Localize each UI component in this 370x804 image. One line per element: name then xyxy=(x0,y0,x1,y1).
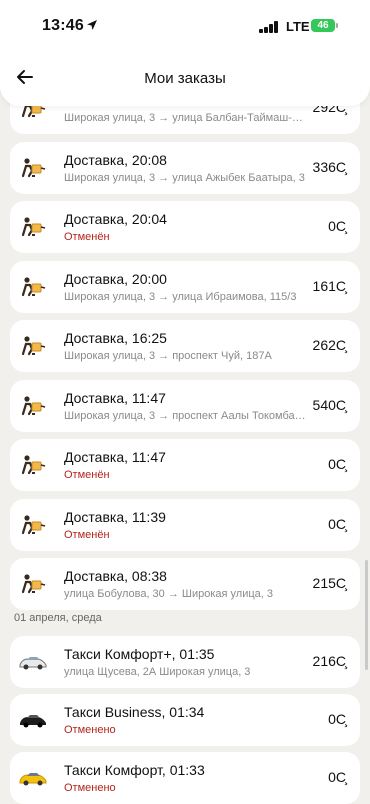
order-title: Доставка, 16:25 xyxy=(64,330,167,346)
order-title: Доставка, 08:38 xyxy=(64,568,167,584)
order-card[interactable]: Такси Комфорт+, 01:35 улица Щусева, 2А Ши… xyxy=(10,636,360,688)
order-title: Доставка, 20:08 xyxy=(64,152,167,168)
location-arrow-icon xyxy=(87,20,97,30)
order-price: 0С̧ xyxy=(328,711,346,727)
delivery-icon xyxy=(18,394,48,418)
section-date-label: 01 апреля, среда xyxy=(14,612,102,624)
delivery-icon xyxy=(18,156,48,180)
order-route: улица Бобулова, 30 → Широкая улица, 3 xyxy=(64,588,274,600)
order-route: улица Щусева, 2А Широкая улица, 3 xyxy=(64,666,251,678)
order-price: 540С̧ xyxy=(312,397,346,413)
battery-icon: 46 xyxy=(311,19,335,32)
order-status: Отменено xyxy=(64,782,116,794)
page-title: Мои заказы xyxy=(144,70,226,87)
car-black-icon xyxy=(18,708,48,732)
order-card[interactable]: Доставка, 20:04 Отменён 0С̧ xyxy=(10,201,360,253)
order-card[interactable]: Такси Комфорт, 01:33 Отменено 0С̧ xyxy=(10,752,360,804)
status-time: 13:46 xyxy=(42,17,84,34)
battery-tip xyxy=(336,23,338,28)
order-title: Такси Комфорт, 01:33 xyxy=(64,762,205,778)
order-title: Доставка, 20:00 xyxy=(64,271,167,287)
delivery-icon xyxy=(18,572,48,596)
order-route: Широкая улица, 3 → улица Ибраимова, 115/… xyxy=(64,291,297,303)
delivery-icon xyxy=(18,275,48,299)
cellular-signal-icon xyxy=(259,21,279,33)
order-price: 262С̧ xyxy=(312,337,346,353)
order-card[interactable]: Доставка, 11:47 Отменён 0С̧ xyxy=(10,439,360,491)
order-price: 0С̧ xyxy=(328,769,346,785)
order-title: Доставка, 11:39 xyxy=(64,509,166,525)
order-card[interactable]: Доставка, 11:39 Отменён 0С̧ xyxy=(10,499,360,551)
network-type: LTE xyxy=(286,19,310,34)
order-price: 215С̧ xyxy=(312,575,346,591)
scrollbar[interactable] xyxy=(365,560,368,670)
order-title: Доставка, 11:47 xyxy=(64,390,166,406)
order-price: 336С̧ xyxy=(312,159,346,175)
order-card[interactable]: Доставка, 11:47 Широкая улица, 3 → проспе… xyxy=(10,380,360,432)
delivery-icon xyxy=(18,334,48,358)
delivery-icon xyxy=(18,513,48,537)
order-title: Такси Business, 01:34 xyxy=(64,704,205,720)
order-card[interactable]: Такси Business, 01:34 Отменено 0С̧ xyxy=(10,694,360,746)
order-route: Широкая улица, 3 → улица Ажыбек Баатыра,… xyxy=(64,172,305,184)
order-status: Отменён xyxy=(64,231,110,243)
order-card[interactable]: Доставка, 20:08 Широкая улица, 3 → улица … xyxy=(10,142,360,194)
order-price: 0С̧ xyxy=(328,218,346,234)
header: Мои заказы xyxy=(0,52,370,106)
order-price: 0С̧ xyxy=(328,456,346,472)
delivery-icon xyxy=(18,215,48,239)
order-title: Такси Комфорт+, 01:35 xyxy=(64,646,215,662)
order-title: Доставка, 11:47 xyxy=(64,449,166,465)
order-route: Широкая улица, 3 → проспект Чуй, 187А xyxy=(64,350,272,362)
order-card[interactable]: Доставка, 20:00 Широкая улица, 3 → улица … xyxy=(10,261,360,313)
order-title: Доставка, 20:04 xyxy=(64,211,167,227)
order-price: 216С̧ xyxy=(312,653,346,669)
order-status: Отменено xyxy=(64,724,116,736)
order-card[interactable]: Доставка, 08:38 улица Бобулова, 30 → Широ… xyxy=(10,558,360,610)
car-yellow-icon xyxy=(18,766,48,790)
status-bar: 13:46 LTE 46 xyxy=(0,0,370,52)
order-status: Отменён xyxy=(64,529,110,541)
order-card[interactable]: Доставка, 16:25 Широкая улица, 3 → проспе… xyxy=(10,320,360,372)
order-route: Широкая улица, 3 → улица Балбан-Таймаш-1… xyxy=(64,112,306,124)
order-price: 161С̧ xyxy=(312,278,346,294)
delivery-icon xyxy=(18,453,48,477)
order-status: Отменён xyxy=(64,469,110,481)
order-route: Широкая улица, 3 → проспект Аалы Токомба… xyxy=(64,410,306,422)
order-price: 0С̧ xyxy=(328,516,346,532)
car-white-icon xyxy=(18,650,48,674)
